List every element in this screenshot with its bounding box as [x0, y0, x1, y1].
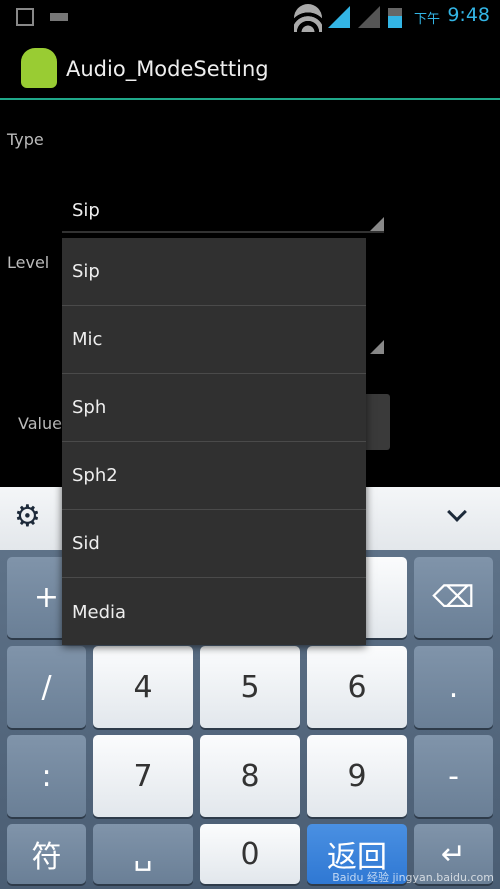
chevron-down-icon[interactable] — [447, 502, 467, 522]
key[interactable]: 符 — [7, 824, 86, 884]
gallery-icon — [16, 8, 34, 26]
wifi-icon — [294, 4, 322, 32]
key[interactable]: 8 — [200, 735, 300, 817]
option-label: Mic — [72, 329, 103, 350]
key[interactable]: ␣ — [93, 824, 193, 884]
ampm: 下午 — [413, 12, 440, 27]
status-bar: 下午 9:48 — [0, 0, 500, 34]
backspace-key[interactable]: ⌫ — [414, 557, 493, 638]
dropdown-option[interactable]: Sph — [62, 374, 366, 442]
keyboard-icon — [50, 13, 68, 21]
type-spinner-value: Sip — [72, 200, 100, 221]
option-label: Sph2 — [72, 465, 118, 486]
key[interactable]: 4 — [93, 646, 193, 728]
key[interactable]: . — [414, 646, 493, 728]
title-divider — [0, 98, 500, 100]
key[interactable]: 5 — [200, 646, 300, 728]
android-app-icon — [21, 48, 57, 88]
type-label: Type — [7, 130, 44, 149]
type-dropdown-list: Sip Mic Sph Sph2 Sid Media — [62, 238, 366, 645]
dropdown-option[interactable]: Sph2 — [62, 442, 366, 510]
spinner-underline — [62, 231, 384, 233]
type-spinner[interactable]: Sip — [62, 195, 384, 235]
spinner-arrow-icon — [370, 340, 384, 354]
signal-icon — [328, 6, 350, 28]
dropdown-option[interactable]: Media — [62, 578, 366, 646]
dropdown-option[interactable]: Sip — [62, 238, 366, 306]
key[interactable]: 0 — [200, 824, 300, 884]
gear-icon[interactable]: ⚙ — [14, 499, 41, 534]
dropdown-option[interactable]: Mic — [62, 306, 366, 374]
value-label: Value — [18, 414, 62, 433]
level-label: Level — [7, 253, 50, 272]
spinner-arrow-icon — [370, 217, 384, 231]
option-label: Sip — [72, 261, 100, 282]
app-title: Audio_ModeSetting — [66, 57, 269, 81]
watermark: Baidu 经验 jingyan.baidu.com — [332, 871, 494, 884]
option-label: Sph — [72, 397, 107, 418]
key[interactable]: / — [7, 646, 86, 728]
no-signal-icon — [358, 6, 380, 28]
option-label: Media — [72, 601, 127, 623]
key[interactable]: - — [414, 735, 493, 817]
key[interactable]: 7 — [93, 735, 193, 817]
clock: 9:48 — [447, 4, 490, 26]
key[interactable]: 9 — [307, 735, 407, 817]
battery-icon — [388, 8, 402, 28]
dropdown-option[interactable]: Sid — [62, 510, 366, 578]
key[interactable]: 6 — [307, 646, 407, 728]
option-label: Sid — [72, 533, 100, 554]
key[interactable]: : — [7, 735, 86, 817]
